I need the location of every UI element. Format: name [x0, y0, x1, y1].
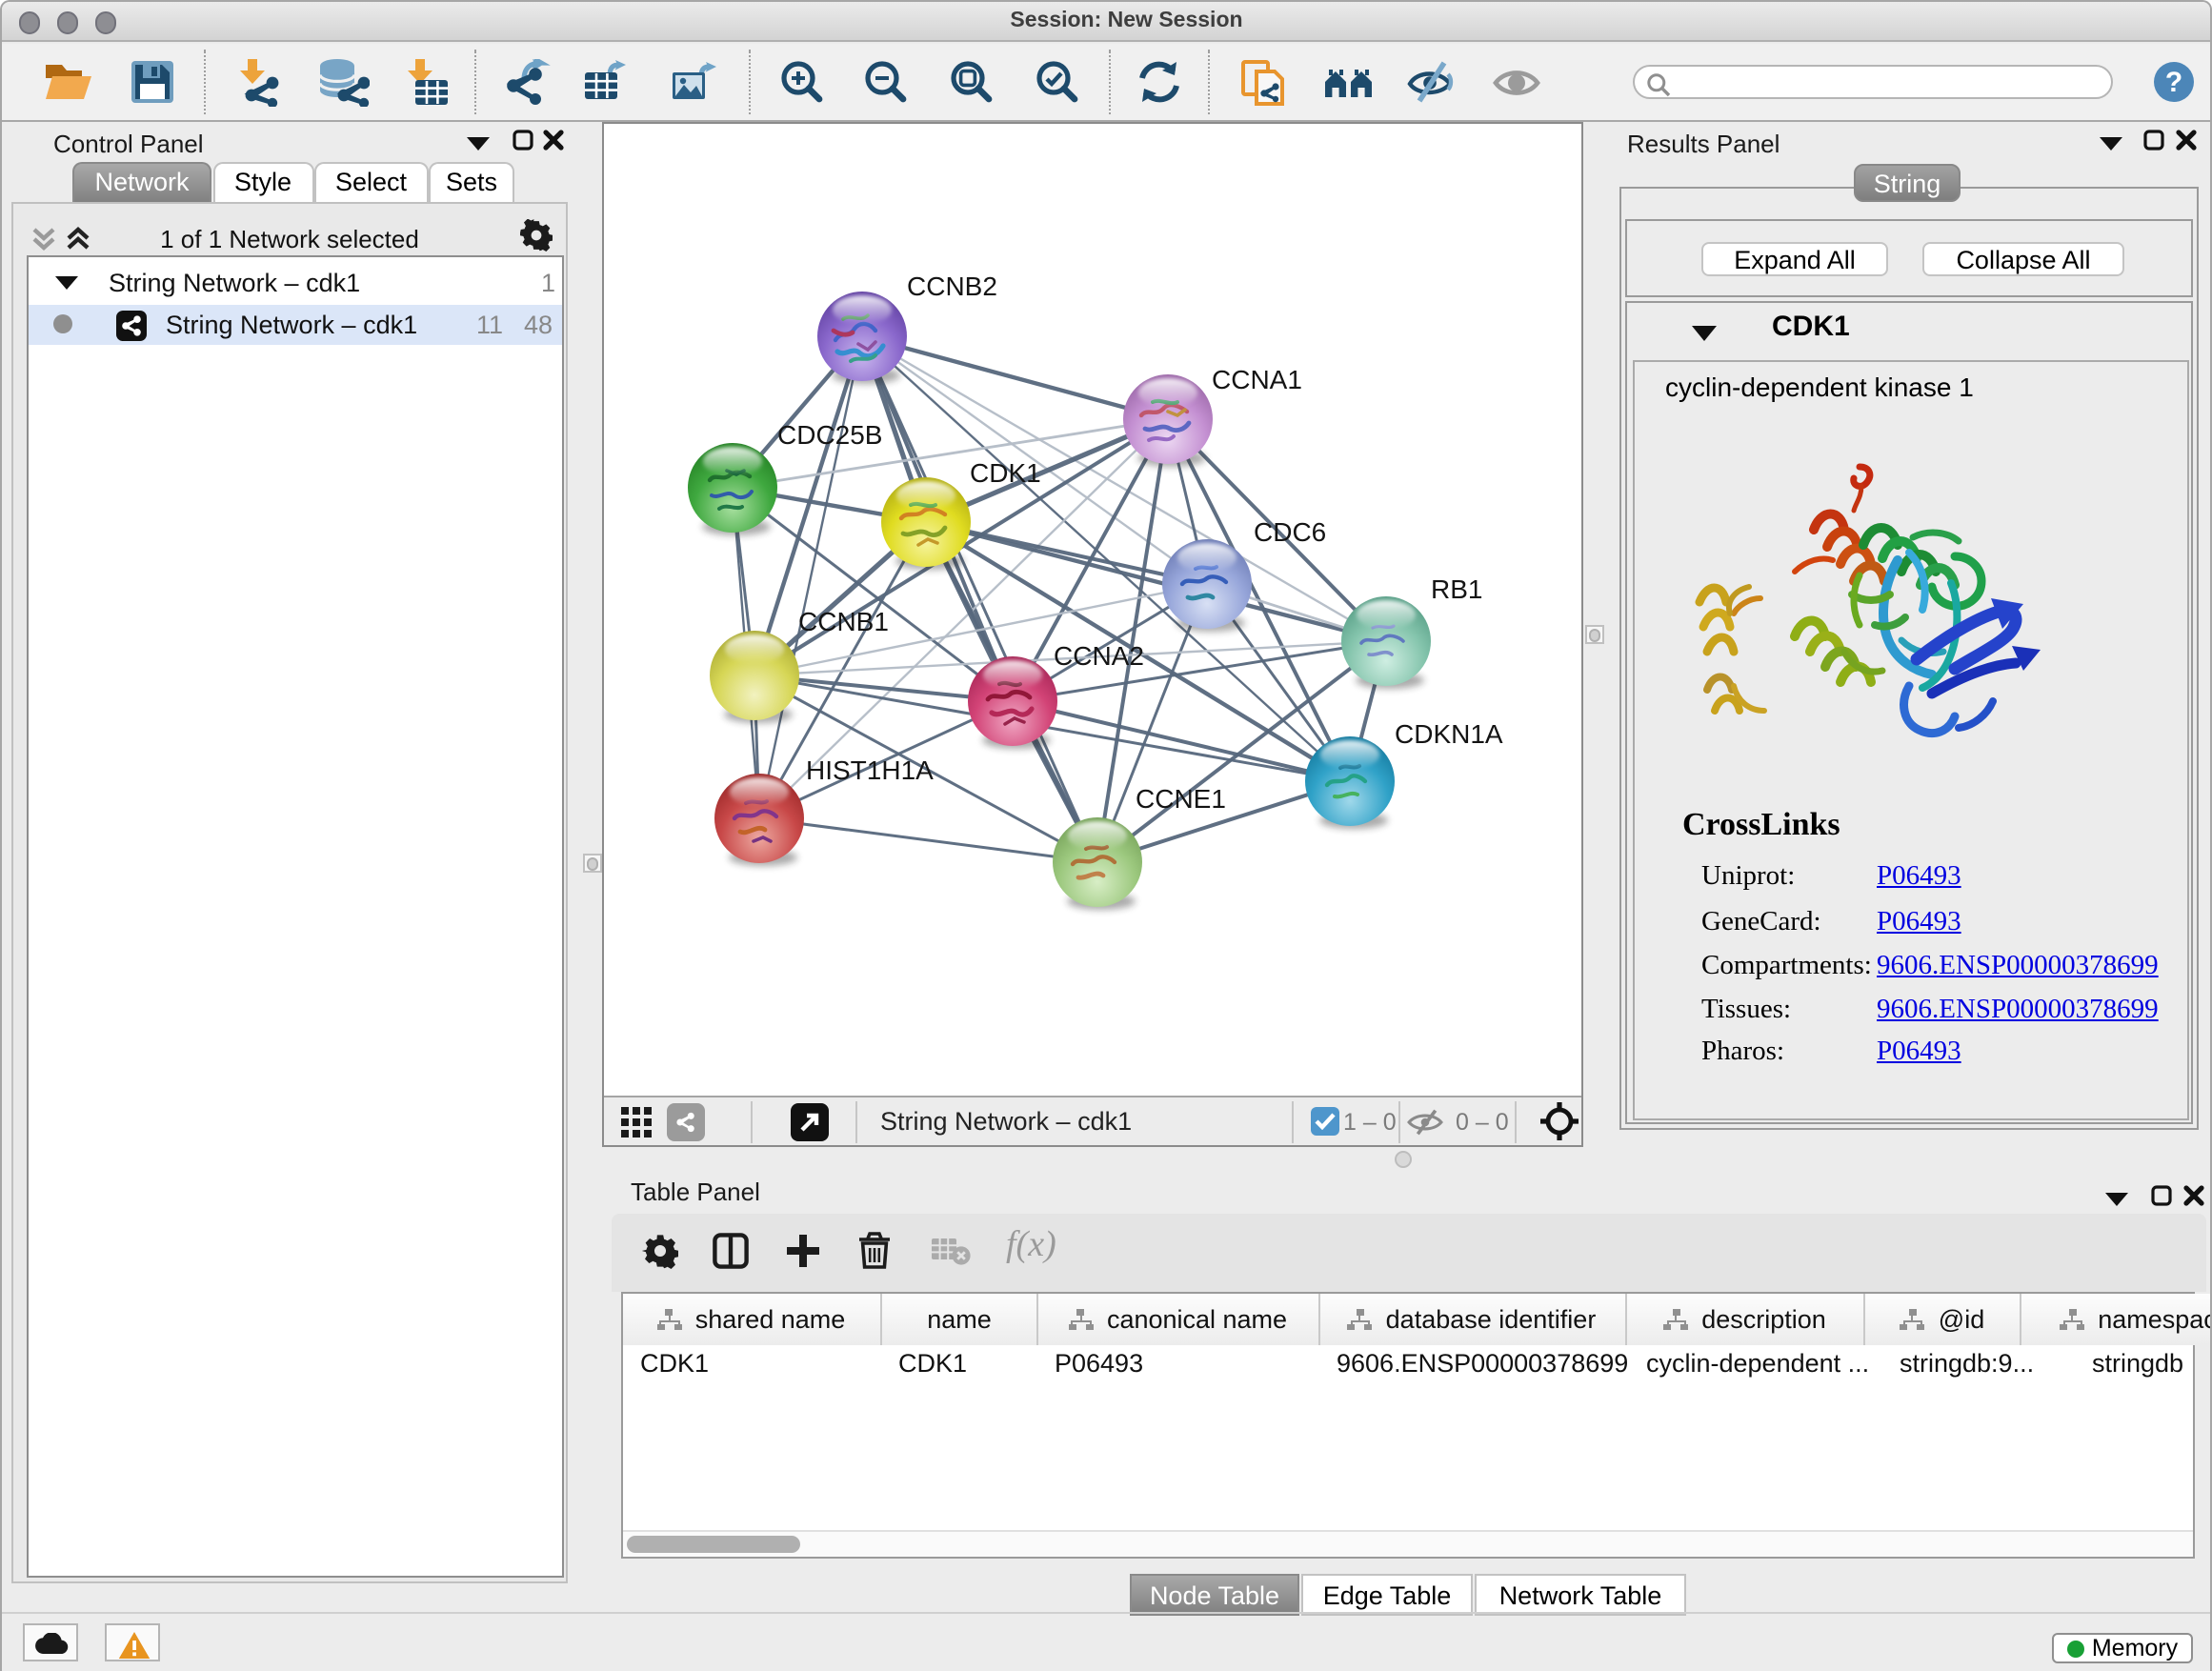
svg-text:RB1: RB1 — [1431, 574, 1482, 604]
svg-text:CCNA2: CCNA2 — [1054, 641, 1144, 671]
svg-text:CDC6: CDC6 — [1254, 517, 1326, 547]
svg-text:CCNB1: CCNB1 — [798, 607, 889, 636]
svg-text:CCNE1: CCNE1 — [1136, 784, 1226, 814]
svg-text:CDKN1A: CDKN1A — [1395, 719, 1503, 749]
svg-text:CCNB2: CCNB2 — [907, 272, 997, 301]
svg-text:CDC25B: CDC25B — [777, 420, 882, 450]
svg-text:?: ? — [2165, 67, 2182, 98]
svg-text:CCNA1: CCNA1 — [1212, 365, 1302, 394]
svg-text:HIST1H1A: HIST1H1A — [806, 755, 934, 785]
svg-text:CDK1: CDK1 — [970, 458, 1041, 488]
